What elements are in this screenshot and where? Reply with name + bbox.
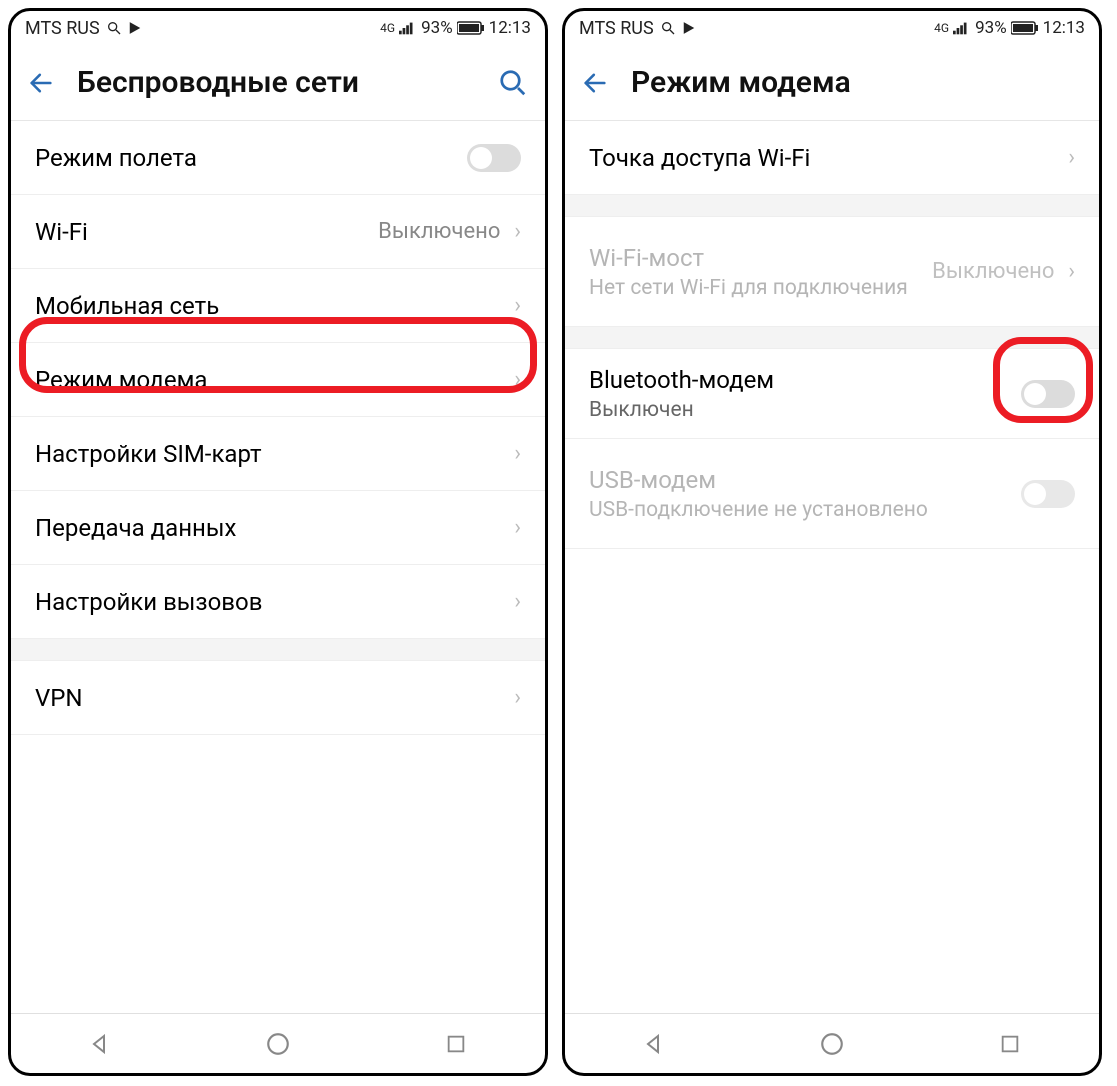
chevron-right-icon: › bbox=[514, 685, 521, 710]
value-bridge: Выключено bbox=[932, 259, 1054, 284]
item-sim-settings[interactable]: Настройки SIM-карт › bbox=[11, 417, 545, 491]
label-tether: Режим модема bbox=[35, 366, 508, 394]
battery-icon bbox=[1011, 21, 1039, 35]
search-button[interactable] bbox=[491, 61, 535, 105]
back-button[interactable] bbox=[21, 63, 61, 103]
label-vpn: VPN bbox=[35, 684, 508, 712]
chevron-right-icon: › bbox=[514, 515, 521, 540]
label-bt: Bluetooth-модем bbox=[589, 366, 1021, 394]
toggle-usb-modem bbox=[1021, 480, 1075, 508]
network-label: 4G bbox=[380, 21, 395, 35]
chevron-right-icon: › bbox=[514, 293, 521, 318]
sub-usb: USB-подключение не установлено bbox=[589, 498, 1021, 522]
status-bar: MTS RUS 4G 93% 12:13 bbox=[11, 11, 545, 45]
toggle-airplane[interactable] bbox=[467, 144, 521, 172]
phone-right: MTS RUS 4G 93% 12:13 Режим модема Точка … bbox=[562, 8, 1102, 1076]
item-bluetooth-modem[interactable]: Bluetooth-модем Выключен bbox=[565, 349, 1099, 439]
section-gap bbox=[565, 327, 1099, 349]
chevron-right-icon: › bbox=[514, 441, 521, 466]
label-sim: Настройки SIM-карт bbox=[35, 440, 508, 468]
label-wifi: Wi-Fi bbox=[35, 218, 378, 246]
section-gap bbox=[565, 195, 1099, 217]
back-button[interactable] bbox=[575, 63, 615, 103]
item-vpn[interactable]: VPN › bbox=[11, 661, 545, 735]
play-store-icon bbox=[682, 21, 696, 35]
item-wifi[interactable]: Wi-Fi Выключено › bbox=[11, 195, 545, 269]
sub-bridge: Нет сети Wi-Fi для подключения bbox=[589, 276, 932, 300]
battery-icon bbox=[457, 21, 485, 35]
time-label: 12:13 bbox=[1043, 18, 1085, 38]
nav-back[interactable] bbox=[60, 1024, 140, 1064]
nav-back[interactable] bbox=[614, 1024, 694, 1064]
label-usb: USB-модем bbox=[589, 466, 1021, 494]
item-mobile-network[interactable]: Мобильная сеть › bbox=[11, 269, 545, 343]
label-data: Передача данных bbox=[35, 514, 508, 542]
item-tethering[interactable]: Режим модема › bbox=[11, 343, 545, 417]
nav-recent[interactable] bbox=[416, 1024, 496, 1064]
label-airplane: Режим полета bbox=[35, 144, 467, 172]
value-wifi: Выключено bbox=[378, 219, 500, 244]
battery-label: 93% bbox=[421, 18, 453, 38]
item-wifi-bridge: Wi-Fi-мост Нет сети Wi-Fi для подключени… bbox=[565, 217, 1099, 327]
battery-label: 93% bbox=[975, 18, 1007, 38]
label-calls: Настройки вызовов bbox=[35, 588, 508, 616]
header: Беспроводные сети bbox=[11, 45, 545, 121]
search-icon bbox=[106, 20, 122, 36]
page-title: Режим модема bbox=[631, 65, 1089, 100]
item-usb-modem: USB-модем USB-подключение не установлено bbox=[565, 439, 1099, 549]
chevron-right-icon: › bbox=[1068, 145, 1075, 170]
label-hotspot: Точка доступа Wi-Fi bbox=[589, 144, 1062, 172]
nav-bar bbox=[565, 1013, 1099, 1073]
time-label: 12:13 bbox=[489, 18, 531, 38]
search-icon bbox=[660, 20, 676, 36]
signal-icon bbox=[399, 21, 417, 35]
label-bridge: Wi-Fi-мост bbox=[589, 244, 932, 272]
nav-bar bbox=[11, 1013, 545, 1073]
item-wifi-hotspot[interactable]: Точка доступа Wi-Fi › bbox=[565, 121, 1099, 195]
status-bar: MTS RUS 4G 93% 12:13 bbox=[565, 11, 1099, 45]
label-mobile: Мобильная сеть bbox=[35, 292, 508, 320]
sub-bt: Выключен bbox=[589, 398, 1021, 422]
settings-list: Точка доступа Wi-Fi › Wi-Fi-мост Нет сет… bbox=[565, 121, 1099, 1013]
item-call-settings[interactable]: Настройки вызовов › bbox=[11, 565, 545, 639]
header: Режим модема bbox=[565, 45, 1099, 121]
chevron-right-icon: › bbox=[1068, 259, 1075, 284]
carrier-label: MTS RUS bbox=[579, 18, 654, 39]
phone-left: MTS RUS 4G 93% 12:13 Беспроводные сети Р… bbox=[8, 8, 548, 1076]
play-store-icon bbox=[128, 21, 142, 35]
nav-home[interactable] bbox=[792, 1024, 872, 1064]
settings-list: Режим полета Wi-Fi Выключено › Мобильная… bbox=[11, 121, 545, 1013]
network-label: 4G bbox=[934, 21, 949, 35]
signal-icon bbox=[953, 21, 971, 35]
section-gap bbox=[11, 639, 545, 661]
item-airplane-mode[interactable]: Режим полета bbox=[11, 121, 545, 195]
nav-home[interactable] bbox=[238, 1024, 318, 1064]
item-data-usage[interactable]: Передача данных › bbox=[11, 491, 545, 565]
chevron-right-icon: › bbox=[514, 589, 521, 614]
nav-recent[interactable] bbox=[970, 1024, 1050, 1064]
carrier-label: MTS RUS bbox=[25, 18, 100, 39]
chevron-right-icon: › bbox=[514, 219, 521, 244]
toggle-bluetooth-modem[interactable] bbox=[1021, 380, 1075, 408]
chevron-right-icon: › bbox=[514, 367, 521, 392]
page-title: Беспроводные сети bbox=[77, 65, 475, 100]
